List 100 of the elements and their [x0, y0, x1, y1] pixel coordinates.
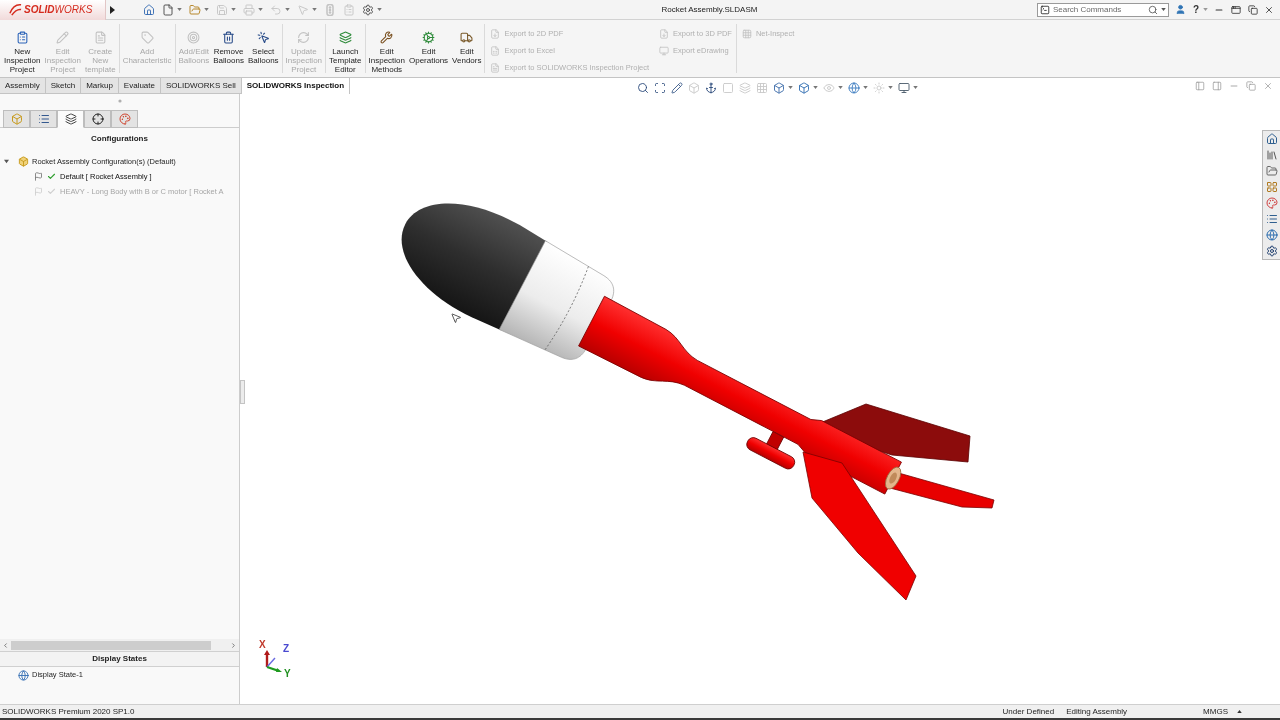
- gear-icon: [422, 31, 436, 44]
- house-icon[interactable]: [143, 3, 155, 16]
- tile-right-icon[interactable]: [1212, 81, 1222, 91]
- pencil-icon[interactable]: [671, 81, 684, 94]
- caret-down-icon[interactable]: [788, 86, 794, 89]
- restore-icon[interactable]: [1248, 4, 1258, 15]
- cube-icon[interactable]: [773, 81, 786, 94]
- ribbon-button[interactable]: Edit Vendors: [450, 20, 484, 77]
- target-icon: [187, 31, 201, 44]
- ribbon-button[interactable]: Edit Operations: [407, 20, 451, 77]
- close-icon[interactable]: [1264, 4, 1274, 15]
- status-text: SOLIDWORKS Premium 2020 SP1.0: [2, 705, 135, 718]
- scroll-left-icon[interactable]: [2, 641, 9, 649]
- folder-icon[interactable]: [189, 3, 201, 16]
- caret-down-icon[interactable]: [377, 8, 382, 11]
- panel-heading: Display States: [92, 653, 147, 665]
- caret-down-icon[interactable]: [913, 86, 919, 89]
- house-icon[interactable]: [1265, 133, 1278, 145]
- palette-icon[interactable]: [1265, 197, 1278, 209]
- caret-right-icon[interactable]: [110, 5, 115, 14]
- globe-icon[interactable]: [848, 81, 861, 94]
- caret-down-icon[interactable]: [863, 86, 869, 89]
- status-item[interactable]: MMGS: [1203, 705, 1228, 718]
- panel-heading: Configurations: [91, 133, 148, 145]
- document-icon: [490, 63, 501, 73]
- truck-icon: [460, 31, 474, 44]
- ribbon-button[interactable]: Select Balloons: [245, 20, 281, 77]
- search-field[interactable]: Search Commands: [1052, 3, 1145, 16]
- ribbon-tab[interactable]: Assembly: [0, 78, 46, 94]
- handle-dot-icon[interactable]: [117, 99, 122, 103]
- monitor-icon: [659, 46, 670, 56]
- magnifier-icon[interactable]: [637, 81, 650, 94]
- tag-icon: [140, 31, 154, 44]
- anchor-icon[interactable]: [705, 81, 718, 94]
- layers-icon: [338, 31, 352, 44]
- gear-icon[interactable]: [1265, 245, 1278, 257]
- ribbon-button[interactable]: Remove Balloons: [211, 20, 246, 77]
- ribbon-tab[interactable]: Markup: [81, 78, 119, 94]
- monitor-icon[interactable]: [898, 81, 911, 94]
- panel-tab[interactable]: [84, 110, 111, 128]
- cube-icon[interactable]: [798, 81, 811, 94]
- grid-icon: [741, 29, 752, 39]
- window-tile-icon[interactable]: [1231, 4, 1241, 15]
- layers-icon: [64, 113, 77, 125]
- list-icon: [37, 113, 50, 125]
- status-item: Editing Assembly: [1066, 705, 1128, 718]
- cube-icon: [18, 156, 29, 167]
- horizontal-scrollbar[interactable]: [0, 639, 239, 651]
- swoosh-logo-icon: [9, 3, 22, 16]
- search-icon[interactable]: [1147, 4, 1158, 15]
- pointer-click-icon: [256, 31, 270, 44]
- status-item: Under Defined: [1002, 705, 1055, 718]
- clipboard-icon: [15, 31, 29, 44]
- ribbon-tab[interactable]: Sketch: [45, 78, 82, 94]
- document-icon[interactable]: [162, 3, 174, 16]
- terminal-icon: [1039, 4, 1050, 15]
- spreadsheet-icon: [490, 46, 501, 56]
- panel-splitter-handle[interactable]: [240, 380, 245, 404]
- panel-tab[interactable]: [30, 110, 57, 128]
- mouse-pointer-icon: [450, 312, 462, 324]
- caret-down-icon[interactable]: [4, 159, 9, 164]
- logo-text: SOLIDWORKS: [24, 3, 93, 17]
- axis-triad-icon: [262, 650, 282, 672]
- refresh-icon: [297, 31, 311, 44]
- logo-bar[interactable]: SOLIDWORKS: [0, 0, 106, 20]
- search-box[interactable]: Search Commands: [1036, 2, 1169, 17]
- globe-icon: [18, 669, 29, 681]
- tile-left-icon[interactable]: [1195, 81, 1205, 91]
- caret-down-icon[interactable]: [1160, 8, 1166, 11]
- trash-icon: [222, 31, 236, 44]
- axis-label: Z: [283, 644, 290, 654]
- pencil-icon: [56, 31, 70, 44]
- window-title: Rocket Assembly.SLDASM: [661, 3, 758, 16]
- folder-icon[interactable]: [1265, 165, 1278, 177]
- help-button[interactable]: ?: [1192, 4, 1199, 15]
- axis-label: X: [259, 640, 266, 650]
- wrench-icon: [380, 31, 394, 44]
- ribbon-button[interactable]: Launch Template Editor: [327, 20, 364, 77]
- list-icon[interactable]: [1265, 213, 1278, 225]
- pdf-document-icon: [659, 29, 670, 39]
- caret-up-icon[interactable]: [1237, 710, 1242, 713]
- settings-icon[interactable]: [362, 3, 374, 16]
- document-icon: [93, 31, 107, 44]
- zoom-area-icon[interactable]: [654, 81, 667, 94]
- ribbon-tab[interactable]: Evaluate: [118, 78, 161, 94]
- user-icon[interactable]: [1174, 4, 1186, 15]
- panel-tab[interactable]: [57, 110, 84, 128]
- ribbon-button[interactable]: New Inspection Project: [2, 20, 43, 77]
- four-squares-icon[interactable]: [1265, 181, 1278, 193]
- caret-down-icon[interactable]: [177, 8, 182, 11]
- caret-down-icon[interactable]: [204, 8, 209, 11]
- palette-icon: [118, 113, 131, 125]
- ribbon-button[interactable]: Edit Inspection Methods: [366, 20, 407, 77]
- ribbon-tab[interactable]: SOLIDWORKS Sell: [161, 78, 242, 94]
- books-icon[interactable]: [1265, 149, 1278, 161]
- caret-down-icon[interactable]: [813, 86, 819, 89]
- scroll-right-icon[interactable]: [230, 641, 237, 649]
- pdf-document-icon: [490, 29, 501, 39]
- cube-icon: [10, 113, 23, 125]
- globe-icon[interactable]: [1265, 229, 1278, 241]
